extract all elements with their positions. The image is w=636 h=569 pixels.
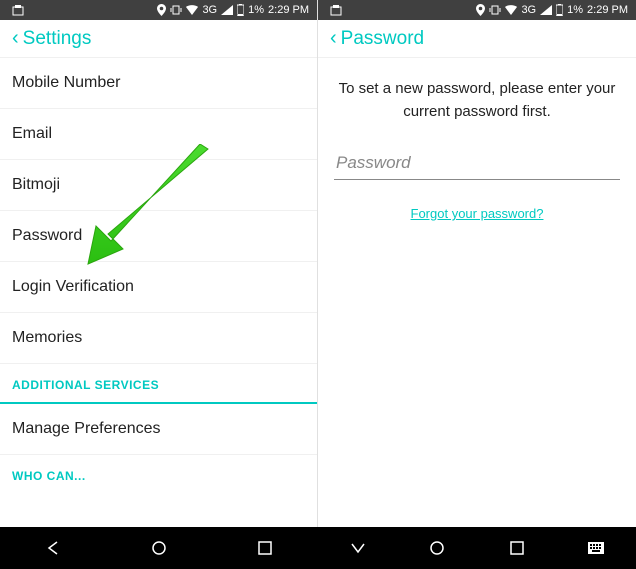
list-item-password[interactable]: Password [0, 211, 317, 262]
back-icon[interactable]: ‹ [8, 27, 23, 50]
time-label: 2:29 PM [587, 4, 628, 16]
section-additional-services: ADDITIONAL SERVICES [0, 364, 317, 404]
nav-home-icon[interactable] [150, 539, 168, 557]
nav-home-icon[interactable] [428, 539, 446, 557]
network-label: 3G [521, 4, 536, 16]
settings-screen: 3G 1% 2:29 PM ‹ Settings Mobile Number E… [0, 0, 318, 527]
nav-recent-icon[interactable] [256, 539, 274, 557]
header-title: Password [341, 28, 424, 50]
screenshot-icon [8, 4, 24, 16]
nav-back-icon[interactable] [44, 539, 62, 557]
location-icon [476, 4, 485, 16]
battery-label: 1% [567, 4, 583, 16]
android-navbar [0, 527, 636, 569]
network-label: 3G [202, 4, 217, 16]
header: ‹ Password [318, 20, 636, 58]
settings-list: Mobile Number Email Bitmoji Password Log… [0, 58, 317, 527]
battery-icon [237, 4, 244, 16]
nav-back-icon[interactable] [349, 539, 367, 557]
header: ‹ Settings [0, 20, 317, 58]
navbar-right [318, 527, 636, 569]
list-item-memories[interactable]: Memories [0, 313, 317, 364]
nav-recent-icon[interactable] [508, 539, 526, 557]
signal-icon [221, 5, 233, 15]
back-icon[interactable]: ‹ [326, 27, 341, 50]
list-item-mobile-number[interactable]: Mobile Number [0, 58, 317, 109]
password-instruction: To set a new password, please enter your… [334, 78, 620, 123]
wifi-icon [186, 5, 198, 15]
wifi-icon [505, 5, 517, 15]
password-input[interactable] [334, 147, 620, 180]
nav-keyboard-icon[interactable] [587, 539, 605, 557]
status-bar: 3G 1% 2:29 PM [0, 0, 317, 20]
time-label: 2:29 PM [268, 4, 309, 16]
forgot-password-link[interactable]: Forgot your password? [411, 206, 544, 221]
screenshot-icon [326, 4, 342, 16]
status-bar: 3G 1% 2:29 PM [318, 0, 636, 20]
battery-label: 1% [248, 4, 264, 16]
signal-icon [540, 5, 552, 15]
battery-icon [556, 4, 563, 16]
location-icon [157, 4, 166, 16]
header-title: Settings [23, 28, 92, 50]
list-item-bitmoji[interactable]: Bitmoji [0, 160, 317, 211]
password-body: To set a new password, please enter your… [318, 58, 636, 223]
vibrate-icon [170, 5, 182, 15]
list-item-email[interactable]: Email [0, 109, 317, 160]
vibrate-icon [489, 5, 501, 15]
navbar-left [0, 527, 318, 569]
section-who-can: WHO CAN... [0, 455, 317, 485]
list-item-login-verification[interactable]: Login Verification [0, 262, 317, 313]
password-screen: 3G 1% 2:29 PM ‹ Password To set a new pa… [318, 0, 636, 527]
list-item-manage-preferences[interactable]: Manage Preferences [0, 404, 317, 455]
